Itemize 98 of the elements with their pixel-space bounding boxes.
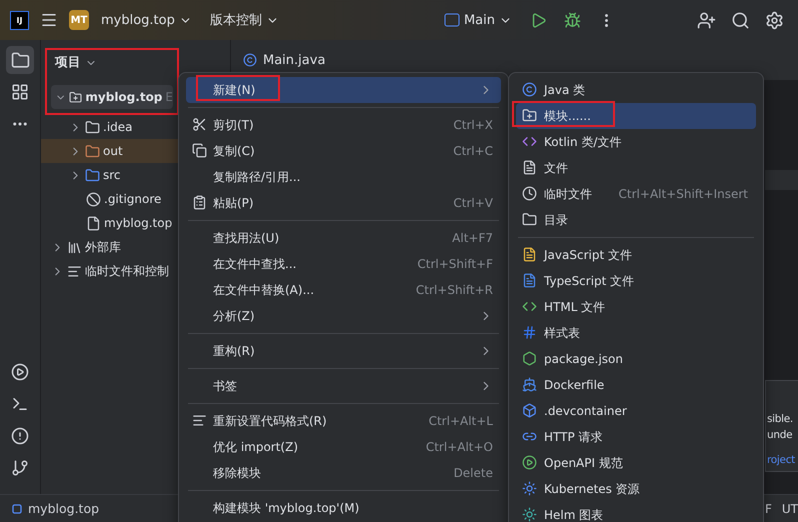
structure-icon[interactable] — [11, 83, 29, 101]
shortcut-text: Ctrl+V — [452, 196, 493, 210]
menu-item[interactable]: 新建(N) — [186, 77, 501, 103]
tree-item-label: myblog.top — [85, 90, 162, 104]
menu-item[interactable]: 优化 import(Z) Ctrl+Alt+O — [186, 434, 501, 460]
settings-icon[interactable] — [764, 10, 784, 30]
menu-item[interactable]: OpenAPI 规范 — [516, 450, 756, 476]
menu-item-icon — [522, 351, 537, 366]
module-folder-icon — [69, 90, 82, 104]
ignore-icon — [86, 192, 101, 206]
menu-item[interactable]: Kotlin 类/文件 — [516, 129, 756, 155]
folder-icon — [10, 50, 30, 70]
menu-item-icon — [522, 186, 537, 201]
project-tool-button[interactable] — [6, 46, 34, 74]
git-branch-icon[interactable] — [11, 459, 29, 477]
project-badge: MT — [69, 10, 89, 30]
shortcut-text: Ctrl+Alt+L — [428, 414, 493, 428]
menu-item[interactable]: 粘贴(P) Ctrl+V — [186, 190, 501, 216]
status-text[interactable]: UT — [782, 502, 798, 516]
menu-item-icon — [522, 481, 537, 496]
menu-item[interactable]: 目录 — [516, 207, 756, 233]
library-icon — [67, 240, 82, 254]
folder-icon — [85, 144, 100, 158]
shortcut-text: Delete — [452, 466, 493, 480]
menu-item[interactable]: Helm 图表 — [516, 502, 756, 522]
menu-item[interactable]: 书签 — [186, 373, 501, 399]
editor-tab[interactable]: Main.java — [243, 52, 326, 68]
menu-item[interactable]: 剪切(T) Ctrl+X — [186, 112, 501, 138]
problems-icon[interactable] — [11, 427, 29, 445]
project-dropdown[interactable]: myblog.top — [95, 8, 198, 32]
module-icon — [12, 504, 22, 514]
menu-item[interactable]: 在文件中查找... Ctrl+Shift+F — [186, 251, 501, 277]
menu-item[interactable]: HTML 文件 — [516, 294, 756, 320]
menu-item-icon — [522, 134, 537, 149]
file-icon — [86, 216, 101, 230]
menu-item-icon — [192, 117, 207, 132]
menu-item[interactable]: 分析(Z) — [186, 303, 501, 329]
menu-item[interactable]: 复制路径/引用... — [186, 164, 501, 190]
scratch-icon — [67, 264, 82, 278]
shortcut-text: Ctrl+C — [452, 144, 493, 158]
menu-item-icon — [522, 299, 537, 314]
run-config-dropdown[interactable]: Main — [438, 8, 518, 32]
shortcut-text: Ctrl+X — [452, 118, 493, 132]
status-text[interactable]: F — [764, 502, 772, 516]
tree-root-row[interactable]: myblog.top E — [51, 85, 173, 109]
menu-item[interactable]: 重新设置代码格式(R) Ctrl+Alt+L — [186, 408, 501, 434]
notification-text: unde — [767, 428, 794, 443]
menu-item[interactable]: JavaScript 文件 — [516, 242, 756, 268]
menu-item-icon — [522, 377, 537, 392]
menu-item[interactable]: 样式表 — [516, 320, 756, 346]
menu-item[interactable]: HTTP 请求 — [516, 424, 756, 450]
menu-item-icon — [522, 403, 537, 418]
shortcut-text: Alt+F7 — [451, 231, 493, 245]
menu-item-icon — [522, 273, 537, 288]
menu-item-icon — [522, 82, 537, 97]
class-icon — [243, 53, 257, 67]
notification-text: sible. — [767, 412, 794, 427]
menu-item-icon — [522, 247, 537, 262]
shortcut-text: Ctrl+Alt+O — [424, 440, 493, 454]
menu-item-icon — [192, 143, 207, 158]
folder-icon — [85, 168, 100, 182]
menu-item[interactable]: 文件 — [516, 155, 756, 181]
notification-link[interactable]: roject — [767, 452, 798, 468]
menu-item[interactable]: Dockerfile — [516, 372, 756, 398]
shortcut-text: Ctrl+Shift+F — [416, 257, 493, 271]
vcs-dropdown[interactable]: 版本控制 — [204, 7, 285, 33]
add-user-icon[interactable] — [696, 10, 716, 30]
menu-item-icon — [522, 108, 537, 123]
shortcut-text: Ctrl+Shift+R — [414, 283, 493, 297]
menu-item[interactable]: package.json — [516, 346, 756, 372]
app-logo[interactable]: IJ — [10, 10, 29, 30]
shortcut-text: Ctrl+Alt+Shift+Insert — [618, 187, 748, 201]
menu-item-icon — [522, 325, 537, 340]
menu-item-icon — [522, 212, 537, 227]
panel-title[interactable]: 项目 — [47, 52, 177, 85]
menu-item[interactable]: 查找用法(U) Alt+F7 — [186, 225, 501, 251]
menu-item[interactable]: Kubernetes 资源 — [516, 476, 756, 502]
menu-item[interactable]: 重构(R) — [186, 338, 501, 364]
folder-icon — [85, 120, 100, 134]
menu-item-icon — [192, 413, 207, 428]
menu-item[interactable]: 移除模块 Delete — [186, 460, 501, 486]
window-icon — [444, 13, 460, 27]
menu-item[interactable]: 临时文件 Ctrl+Alt+Shift+Insert — [516, 181, 756, 207]
services-icon[interactable] — [11, 363, 29, 381]
menu-item[interactable]: 在文件中替换(A)... Ctrl+Shift+R — [186, 277, 501, 303]
menu-item[interactable]: .devcontainer — [516, 398, 756, 424]
menu-item-icon — [522, 455, 537, 470]
menu-item-icon — [522, 160, 537, 175]
menu-item-icon — [192, 195, 207, 210]
status-module-text[interactable]: myblog.top — [28, 501, 100, 516]
search-icon[interactable] — [730, 10, 750, 30]
menu-item[interactable]: 构建模块 'myblog.top'(M) — [186, 495, 501, 521]
path-text: E — [165, 90, 173, 104]
menu-item-icon — [522, 507, 537, 522]
bug-icon[interactable] — [564, 12, 580, 28]
menu-item[interactable]: TypeScript 文件 — [516, 268, 756, 294]
menu-item[interactable]: Java 类 — [516, 77, 756, 103]
terminal-icon[interactable] — [11, 395, 29, 413]
